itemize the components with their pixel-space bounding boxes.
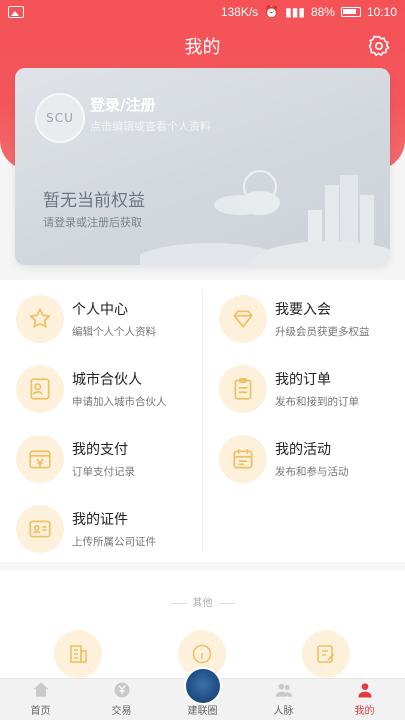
building-icon[interactable] [54,630,102,678]
yuan-wallet-icon [16,434,64,483]
clipboard-icon [219,364,267,413]
menu-item-my-certificates[interactable]: 我的证件上传所属公司证件 [0,495,190,562]
tab-trade[interactable]: 交易 [81,679,162,720]
partner-card-icon [16,364,64,413]
menu-title: 我的订单 [275,371,331,388]
menu-item-my-orders[interactable]: 我的订单发布和接到的订单 [203,355,393,422]
menu-title: 我要入会 [275,301,331,318]
logo-emblem [183,667,222,705]
menu-title: 我的活动 [275,441,331,458]
alarm-icon: ⏰ [264,5,280,19]
login-register-link[interactable]: 登录/注册 [90,94,155,115]
tab-home[interactable]: 首页 [0,679,81,720]
tab-mine[interactable]: 我的 [324,679,405,720]
menu-subtitle: 发布和参与活动 [275,465,349,478]
login-subtitle: 点击编辑或查看个人资料 [90,120,211,133]
avatar-text: SCU [46,111,74,125]
id-card-icon [16,504,64,553]
battery-icon [340,7,361,17]
tab-label: 人脉 [273,706,294,717]
others-label: 其他 [0,594,405,609]
battery-percent: 88% [310,5,335,19]
gallery-icon [8,6,24,18]
tab-label: 交易 [111,706,132,717]
membership-card[interactable]: SCU 登录/注册 点击编辑或查看个人资料 暂无当前权益 请登录或注册后获取 [15,68,390,265]
avatar[interactable]: SCU [35,93,85,143]
yuan-coin-icon [114,682,129,698]
menu-subtitle: 编辑个人个人资料 [72,325,156,338]
gear-icon[interactable] [367,34,391,58]
menu-grid: 个人中心编辑个人个人资料 我要入会升级会员获更多权益 城市合伙人申请加入城市合伙… [0,280,405,562]
people-icon [275,683,292,697]
menu-subtitle: 升级会员获更多权益 [275,325,370,338]
tab-network-circle[interactable]: 建联圈 [162,667,243,720]
city-illustration [140,170,390,265]
status-bar: 138K/s ⏰ ▮▮▮ 88% 10:10 [0,0,405,24]
benefit-title: 暂无当前权益 [43,191,145,211]
signal-icon: ▮▮▮ [285,5,305,19]
menu-title: 我的支付 [72,441,128,458]
menu-item-city-partner[interactable]: 城市合伙人申请加入城市合伙人 [0,355,190,422]
person-icon [357,683,372,698]
tab-label: 首页 [30,706,51,717]
menu-item-personal-center[interactable]: 个人中心编辑个人个人资料 [0,285,190,352]
clock: 10:10 [366,5,397,19]
menu-subtitle: 发布和接到的订单 [275,395,359,408]
tab-label: 我的 [354,706,375,717]
page-title: 我的 [184,37,221,58]
edit-note-icon[interactable] [302,630,350,678]
menu-subtitle: 申请加入城市合伙人 [72,395,167,408]
menu-item-join-membership[interactable]: 我要入会升级会员获更多权益 [203,285,393,352]
menu-title: 我的证件 [72,511,128,528]
home-icon [33,682,48,697]
tab-bar: 首页 交易 建联圈 人脉 我的 [0,667,405,720]
others-section: 其他 [0,570,405,678]
menu-subtitle: 上传所属公司证件 [72,535,156,548]
menu-subtitle: 订单支付记录 [72,465,135,478]
crown-gem-icon [219,294,267,343]
menu-title: 城市合伙人 [72,371,142,388]
menu-title: 个人中心 [72,301,128,318]
star-badge-icon [16,294,64,343]
tab-contacts[interactable]: 人脉 [243,679,324,720]
calendar-icon [219,434,267,483]
network-speed: 138K/s [220,5,259,19]
benefit-subtitle: 请登录或注册后获取 [43,216,142,229]
menu-item-my-payments[interactable]: 我的支付订单支付记录 [0,425,190,492]
menu-item-my-activities[interactable]: 我的活动发布和参与活动 [203,425,393,492]
